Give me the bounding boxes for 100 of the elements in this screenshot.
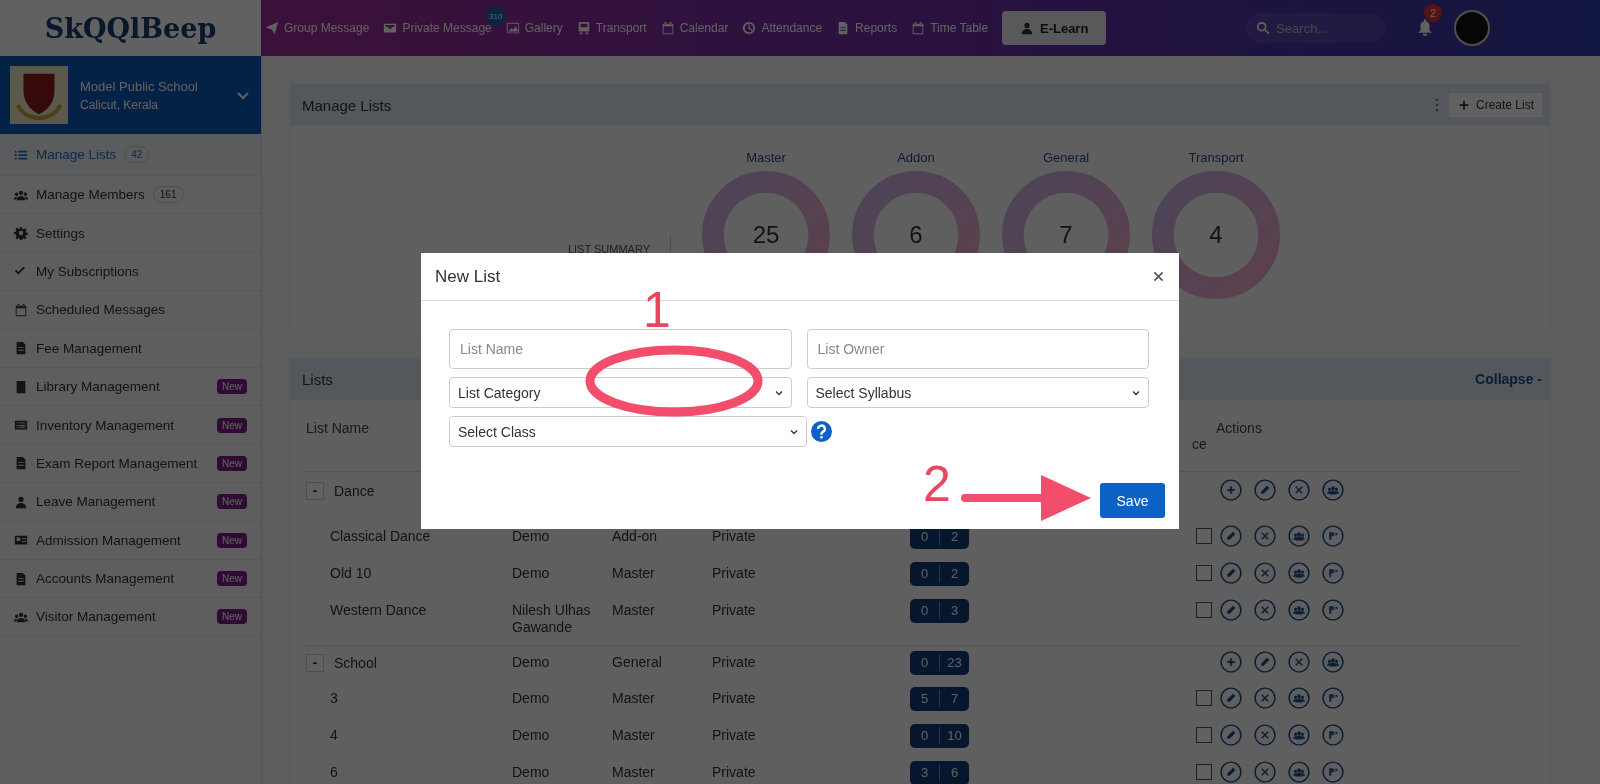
- cross-icon[interactable]: [1288, 651, 1310, 673]
- checkbox[interactable]: [1196, 528, 1212, 544]
- card-title: Manage Lists: [302, 96, 393, 114]
- count-value: 0: [919, 654, 930, 671]
- table-cell-text: Nilesh Ulhas Gawande: [512, 602, 592, 636]
- sidebar-item[interactable]: Settings: [0, 214, 261, 253]
- checkbox[interactable]: [1196, 602, 1212, 618]
- checkbox[interactable]: [1196, 690, 1212, 706]
- column-header: Actions: [1216, 420, 1262, 436]
- checkbox[interactable]: [1196, 727, 1212, 743]
- people-icon[interactable]: [1288, 724, 1310, 746]
- collapse-link[interactable]: Collapse -: [1475, 371, 1542, 387]
- save-button[interactable]: Save: [1100, 483, 1165, 518]
- table-cell-text: 4: [329, 727, 339, 744]
- people-icon[interactable]: [1288, 525, 1310, 547]
- pencil-icon[interactable]: [1254, 651, 1276, 673]
- nav-link[interactable]: Group Message: [265, 21, 370, 35]
- pencil-icon[interactable]: [1220, 525, 1242, 547]
- count-value: 0: [919, 727, 930, 744]
- people-icon[interactable]: [1288, 761, 1310, 783]
- collapse-toggle[interactable]: -: [306, 654, 324, 672]
- bell-icon[interactable]: [1416, 18, 1435, 36]
- cross-icon[interactable]: [1254, 687, 1276, 709]
- close-icon[interactable]: [1152, 270, 1165, 283]
- pencil-icon[interactable]: [1220, 724, 1242, 746]
- document-icon: [14, 571, 28, 586]
- calendar-icon: [911, 21, 926, 35]
- pencil-icon[interactable]: [1220, 687, 1242, 709]
- envelope-icon: [383, 21, 398, 35]
- sidebar-item[interactable]: Exam Report Management New: [0, 444, 261, 484]
- people-icon[interactable]: [1288, 599, 1310, 621]
- column-header: ce: [1192, 436, 1207, 452]
- table-cell-text: Demo: [512, 528, 551, 545]
- pencil-icon[interactable]: [1220, 599, 1242, 621]
- more-icon[interactable]: [1434, 98, 1439, 112]
- nav-link[interactable]: Reports: [836, 21, 898, 35]
- pencil-icon[interactable]: [1254, 479, 1276, 501]
- plus-icon[interactable]: [1220, 651, 1242, 673]
- plus-icon[interactable]: [1220, 479, 1242, 501]
- cross-icon[interactable]: [1288, 479, 1310, 501]
- checkbox[interactable]: [1196, 764, 1212, 780]
- new-badge: New: [217, 494, 247, 510]
- column-header: List Name: [306, 420, 370, 436]
- donut-label: Transport: [1188, 150, 1244, 165]
- people-icon[interactable]: [1288, 687, 1310, 709]
- people-icon[interactable]: [1288, 562, 1310, 584]
- sidebar-label: Library Management: [36, 379, 160, 395]
- school-name: Model Public School: [80, 78, 199, 94]
- input-field[interactable]: List Owner: [806, 329, 1149, 369]
- sidebar-label: Inventory Management: [36, 417, 175, 433]
- sidebar-item[interactable]: Library Management New: [0, 367, 261, 407]
- sidebar-item[interactable]: Admission Management New: [0, 521, 261, 560]
- sidebar-item[interactable]: Manage Members 161: [0, 176, 261, 215]
- pencil-icon[interactable]: [1220, 562, 1242, 584]
- select-field[interactable]: List Category: [449, 377, 792, 408]
- people-icon[interactable]: [1322, 651, 1344, 673]
- donut-value: 6: [909, 221, 923, 249]
- avatar-icon[interactable]: [1454, 10, 1491, 46]
- table-cell: Demo: [512, 654, 550, 670]
- notification-badge: 2: [1424, 4, 1443, 22]
- input-field[interactable]: List Name: [449, 329, 792, 369]
- help-icon[interactable]: [810, 421, 832, 442]
- select-field[interactable]: Select Syllabus: [806, 377, 1149, 408]
- checkbox[interactable]: [1196, 565, 1212, 581]
- sidebar-item[interactable]: Leave Management New: [0, 483, 261, 522]
- donut-label: Addon: [897, 150, 935, 165]
- count-value: 7: [939, 690, 969, 707]
- e-learn-button[interactable]: E-Learn: [1002, 11, 1107, 45]
- sidebar-item[interactable]: Visitor Management New: [0, 598, 261, 637]
- cross-icon[interactable]: [1254, 562, 1276, 584]
- sidebar-label: Leave Management: [36, 494, 156, 510]
- collapse-toggle[interactable]: -: [306, 482, 324, 500]
- sidebar-item[interactable]: Scheduled Messages: [0, 291, 261, 330]
- school-header[interactable]: Model Public School Calicut, Kerala: [0, 56, 261, 134]
- table-cell: General: [612, 654, 662, 670]
- group-name: Dance: [334, 482, 375, 500]
- sidebar-item[interactable]: Fee Management: [0, 329, 261, 368]
- select-field[interactable]: Select Class: [449, 416, 807, 447]
- sidebar-label: Manage Members: [36, 187, 145, 203]
- sidebar-item[interactable]: Inventory Management New: [0, 406, 261, 445]
- cross-icon[interactable]: [1254, 761, 1276, 783]
- sidebar-item[interactable]: Accounts Management New: [0, 559, 261, 599]
- table-cell-text: Master: [612, 764, 656, 781]
- image-icon: [505, 21, 520, 35]
- nav-link[interactable]: Gallery: [505, 21, 563, 35]
- table-cell-text: Private: [712, 602, 757, 619]
- pencil-icon[interactable]: [1220, 761, 1242, 783]
- nav-link[interactable]: Attendance: [742, 21, 823, 35]
- people-icon[interactable]: [1322, 479, 1344, 501]
- table-cell-text: Master: [612, 727, 656, 744]
- nav-link[interactable]: Transport: [576, 21, 647, 35]
- cross-icon[interactable]: [1254, 525, 1276, 547]
- cross-icon[interactable]: [1254, 724, 1276, 746]
- cross-icon[interactable]: [1254, 599, 1276, 621]
- count-value: 3: [939, 602, 969, 619]
- new-badge: New: [217, 379, 247, 395]
- create-list-button[interactable]: Create List: [1448, 93, 1542, 117]
- nav-link[interactable]: Time Table: [911, 21, 989, 35]
- sidebar-item[interactable]: My Subscriptions: [0, 252, 261, 292]
- nav-link[interactable]: Calendar: [660, 21, 729, 35]
